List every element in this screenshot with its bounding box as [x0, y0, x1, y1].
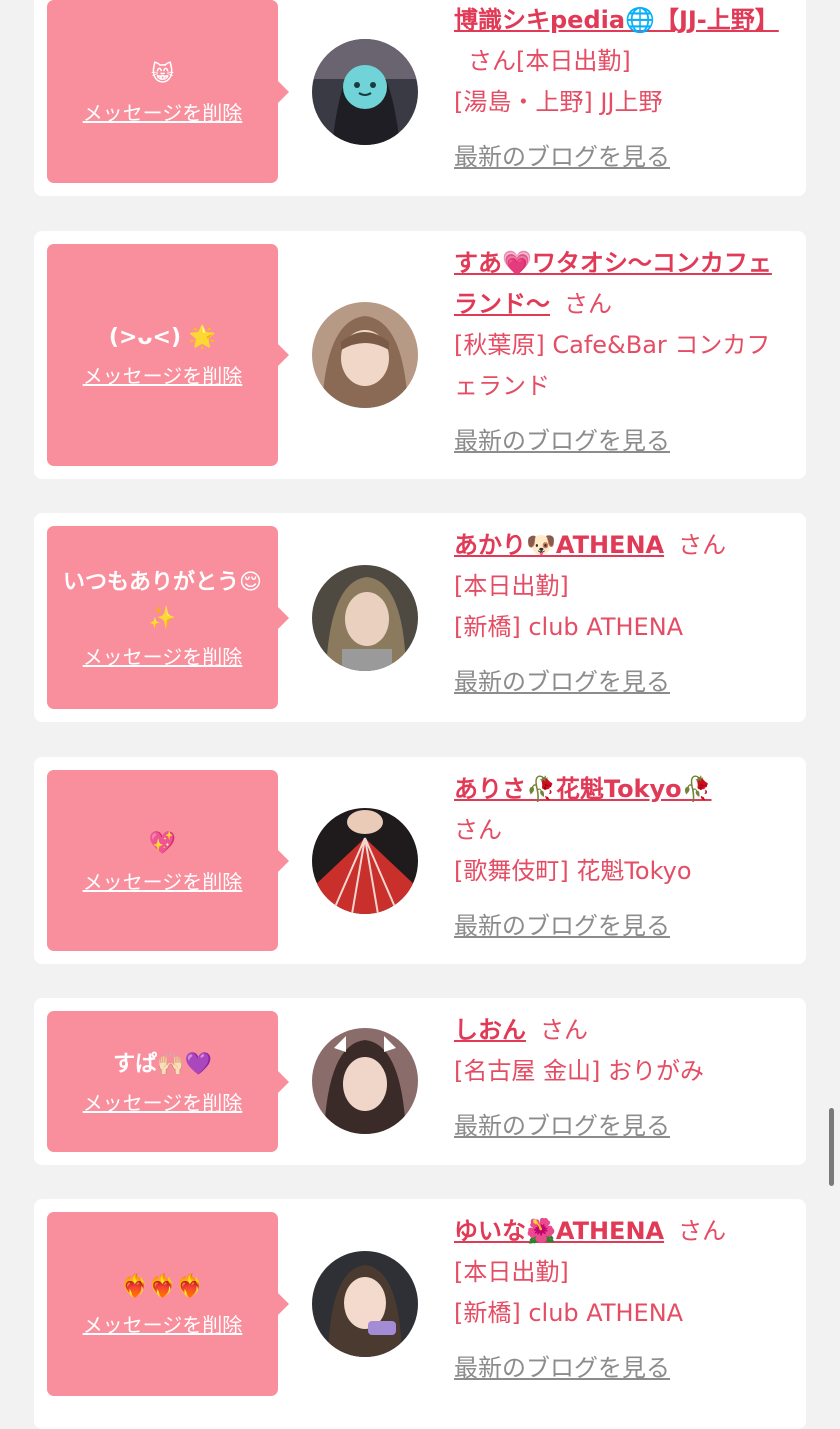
avatar-photo [312, 565, 418, 671]
delete-message-link[interactable]: メッセージを削除 [83, 868, 243, 896]
delete-message-link[interactable]: メッセージを削除 [83, 99, 243, 127]
shop-location: [湯島・上野] JJ上野 [454, 88, 663, 116]
avatar[interactable] [312, 39, 418, 145]
message-bubble: ❤️‍🔥❤️‍🔥❤️‍🔥 メッセージを削除 [47, 1212, 289, 1396]
latest-blog-link[interactable]: 最新のブログを見る [454, 1106, 784, 1147]
avatar-photo [312, 1028, 418, 1134]
avatar-photo [312, 808, 418, 914]
avatar[interactable] [312, 808, 418, 914]
cast-name-link[interactable]: ゆいな🌺ATHENA [454, 1217, 664, 1245]
latest-blog-link[interactable]: 最新のブログを見る [454, 906, 784, 947]
cast-info: しおん さん [名古屋 金山] おりがみ 最新のブログを見る [454, 1010, 784, 1147]
honorific: さん [678, 1217, 727, 1245]
shop-location: [秋葉原] Cafe&Bar コンカフェランド [454, 331, 771, 400]
avatar-photo [312, 39, 418, 145]
avatar-photo [312, 302, 418, 408]
cast-name-link[interactable]: 博識シキpedia🌐【JJ-上野】 [454, 6, 779, 34]
avatar[interactable] [312, 1251, 418, 1357]
message-text: いつもありがとう😌✨ [63, 569, 262, 631]
avatar[interactable] [312, 302, 418, 408]
message-bubble: 😸 メッセージを削除 [47, 0, 289, 183]
latest-blog-link[interactable]: 最新のブログを見る [454, 137, 784, 178]
shop-location: [新橋] club ATHENA [454, 613, 684, 641]
avatar-photo [312, 1251, 418, 1357]
message-bubble: いつもありがとう😌✨ メッセージを削除 [47, 526, 289, 709]
shift-status: [本日出勤] [516, 47, 631, 75]
message-text: 😸 [151, 61, 174, 87]
cast-info: ゆいな🌺ATHENA さん [本日出勤] [新橋] club ATHENA 最新の… [454, 1211, 784, 1389]
honorific: さん [468, 47, 516, 75]
honorific: さん [678, 531, 727, 559]
delete-message-link[interactable]: メッセージを削除 [83, 1311, 243, 1339]
shop-location: [新橋] club ATHENA [454, 1299, 684, 1327]
cast-info: 博識シキpedia🌐【JJ-上野】さん[本日出勤] [湯島・上野] JJ上野 最… [454, 0, 784, 178]
honorific: さん [454, 816, 502, 844]
message-text: すぱ🙌🏻💜 [113, 1051, 212, 1077]
list-item: 😸 メッセージを削除 博識シキpedia🌐【JJ-上野】さん[本日出勤] [湯島… [34, 0, 806, 196]
list-item: いつもありがとう😌✨ メッセージを削除 あかり🐶ATHENA さん [本日出勤] … [34, 513, 806, 722]
scrollbar[interactable] [829, 1108, 834, 1186]
list-item: (>ᴗ<) 🌟 メッセージを削除 すあ💗ワタオシ〜コンカフェランド〜 さん [秋葉… [34, 231, 806, 479]
message-bubble: 💖 メッセージを削除 [47, 770, 289, 951]
cast-name-link[interactable]: しおん [454, 1016, 526, 1044]
cast-info: ありさ🥀花魁Tokyo🥀 さん [歌舞伎町] 花魁Tokyo 最新のブログを見る [454, 769, 784, 947]
delete-message-link[interactable]: メッセージを削除 [83, 1089, 243, 1117]
message-text: (>ᴗ<) 🌟 [108, 325, 217, 350]
cast-name-link[interactable]: ありさ🥀花魁Tokyo🥀 [454, 775, 712, 803]
list-item: ❤️‍🔥❤️‍🔥❤️‍🔥 メッセージを削除 ゆいな🌺ATHENA さん [本日出勤… [34, 1199, 806, 1429]
list-item: すぱ🙌🏻💜 メッセージを削除 しおん さん [名古屋 金山] おりがみ 最新のブロ… [34, 998, 806, 1165]
message-bubble: すぱ🙌🏻💜 メッセージを削除 [47, 1011, 289, 1152]
latest-blog-link[interactable]: 最新のブログを見る [454, 1348, 784, 1389]
cast-name-link[interactable]: あかり🐶ATHENA [454, 531, 664, 559]
cast-name-link[interactable]: すあ💗ワタオシ〜コンカフェランド〜 [454, 249, 772, 318]
cast-info: すあ💗ワタオシ〜コンカフェランド〜 さん [秋葉原] Cafe&Bar コンカフェ… [454, 243, 784, 462]
shop-location: [歌舞伎町] 花魁Tokyo [454, 857, 692, 885]
message-bubble: (>ᴗ<) 🌟 メッセージを削除 [47, 244, 289, 466]
message-text: ❤️‍🔥❤️‍🔥❤️‍🔥 [121, 1274, 204, 1299]
delete-message-link[interactable]: メッセージを削除 [83, 643, 243, 671]
message-text: 💖 [148, 830, 177, 856]
list-item: 💖 メッセージを削除 ありさ🥀花魁Tokyo🥀 さん [歌舞伎町] 花魁Toky… [34, 757, 806, 964]
shift-status: [本日出勤] [454, 572, 569, 600]
honorific: さん [540, 1016, 588, 1044]
avatar[interactable] [312, 1028, 418, 1134]
delete-message-link[interactable]: メッセージを削除 [83, 362, 243, 390]
honorific: さん [564, 290, 612, 318]
latest-blog-link[interactable]: 最新のブログを見る [454, 662, 784, 703]
shop-location: [名古屋 金山] おりがみ [454, 1057, 704, 1085]
avatar[interactable] [312, 565, 418, 671]
shift-status: [本日出勤] [454, 1258, 569, 1286]
latest-blog-link[interactable]: 最新のブログを見る [454, 421, 784, 462]
cast-info: あかり🐶ATHENA さん [本日出勤] [新橋] club ATHENA 最新の… [454, 525, 784, 703]
